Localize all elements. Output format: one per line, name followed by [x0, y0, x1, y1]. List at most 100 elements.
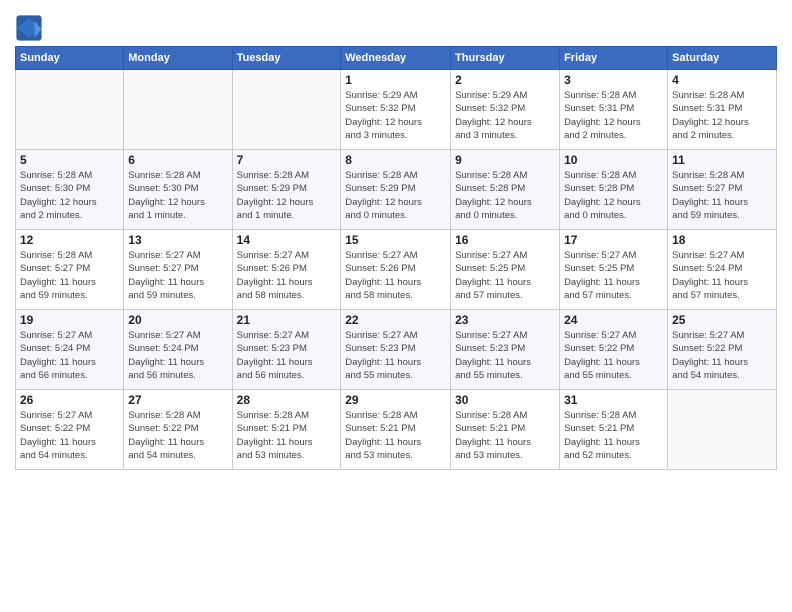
calendar-cell: 4 Sunrise: 5:28 AM Sunset: 5:31 PM Daylig… [668, 70, 777, 150]
calendar-week-5: 26 Sunrise: 5:27 AM Sunset: 5:22 PM Dayli… [16, 390, 777, 470]
calendar-cell: 15 Sunrise: 5:27 AM Sunset: 5:26 PM Dayli… [341, 230, 451, 310]
day-number: 26 [20, 393, 119, 407]
day-info: Sunrise: 5:28 AM Sunset: 5:28 PM Dayligh… [455, 169, 555, 222]
day-number: 16 [455, 233, 555, 247]
calendar-cell: 20 Sunrise: 5:27 AM Sunset: 5:24 PM Dayli… [124, 310, 232, 390]
day-info: Sunrise: 5:27 AM Sunset: 5:23 PM Dayligh… [455, 329, 555, 382]
header-cell-thursday: Thursday [451, 47, 560, 70]
day-info: Sunrise: 5:28 AM Sunset: 5:21 PM Dayligh… [237, 409, 337, 462]
day-info: Sunrise: 5:27 AM Sunset: 5:23 PM Dayligh… [237, 329, 337, 382]
header-cell-wednesday: Wednesday [341, 47, 451, 70]
day-info: Sunrise: 5:27 AM Sunset: 5:22 PM Dayligh… [672, 329, 772, 382]
day-info: Sunrise: 5:28 AM Sunset: 5:29 PM Dayligh… [237, 169, 337, 222]
calendar-cell: 26 Sunrise: 5:27 AM Sunset: 5:22 PM Dayli… [16, 390, 124, 470]
day-number: 25 [672, 313, 772, 327]
calendar-cell: 16 Sunrise: 5:27 AM Sunset: 5:25 PM Dayli… [451, 230, 560, 310]
calendar-cell: 31Sunrise: 5:28 AM Sunset: 5:21 PM Dayli… [560, 390, 668, 470]
day-number: 27 [128, 393, 227, 407]
calendar-cell: 3 Sunrise: 5:28 AM Sunset: 5:31 PM Daylig… [560, 70, 668, 150]
header-cell-monday: Monday [124, 47, 232, 70]
calendar-body: 1Sunrise: 5:29 AM Sunset: 5:32 PM Daylig… [16, 70, 777, 470]
calendar-cell: 1Sunrise: 5:29 AM Sunset: 5:32 PM Daylig… [341, 70, 451, 150]
calendar-week-4: 19 Sunrise: 5:27 AM Sunset: 5:24 PM Dayli… [16, 310, 777, 390]
day-info: Sunrise: 5:28 AM Sunset: 5:27 PM Dayligh… [672, 169, 772, 222]
day-info: Sunrise: 5:28 AM Sunset: 5:21 PM Dayligh… [455, 409, 555, 462]
day-info: Sunrise: 5:28 AM Sunset: 5:31 PM Dayligh… [564, 89, 663, 142]
day-number: 8 [345, 153, 446, 167]
calendar-table: SundayMondayTuesdayWednesdayThursdayFrid… [15, 46, 777, 470]
day-number: 21 [237, 313, 337, 327]
header-cell-friday: Friday [560, 47, 668, 70]
header-cell-sunday: Sunday [16, 47, 124, 70]
calendar-cell: 10Sunrise: 5:28 AM Sunset: 5:28 PM Dayli… [560, 150, 668, 230]
day-info: Sunrise: 5:27 AM Sunset: 5:23 PM Dayligh… [345, 329, 446, 382]
day-number: 22 [345, 313, 446, 327]
calendar-cell: 24Sunrise: 5:27 AM Sunset: 5:22 PM Dayli… [560, 310, 668, 390]
calendar-cell: 7 Sunrise: 5:28 AM Sunset: 5:29 PM Daylig… [232, 150, 341, 230]
day-info: Sunrise: 5:27 AM Sunset: 5:27 PM Dayligh… [128, 249, 227, 302]
calendar-cell: 19 Sunrise: 5:27 AM Sunset: 5:24 PM Dayli… [16, 310, 124, 390]
calendar-cell: 25 Sunrise: 5:27 AM Sunset: 5:22 PM Dayli… [668, 310, 777, 390]
day-info: Sunrise: 5:27 AM Sunset: 5:26 PM Dayligh… [237, 249, 337, 302]
day-number: 13 [128, 233, 227, 247]
calendar-cell: 9 Sunrise: 5:28 AM Sunset: 5:28 PM Daylig… [451, 150, 560, 230]
calendar-cell: 21 Sunrise: 5:27 AM Sunset: 5:23 PM Dayli… [232, 310, 341, 390]
day-info: Sunrise: 5:28 AM Sunset: 5:21 PM Dayligh… [345, 409, 446, 462]
header-cell-saturday: Saturday [668, 47, 777, 70]
header-row: SundayMondayTuesdayWednesdayThursdayFrid… [16, 47, 777, 70]
day-info: Sunrise: 5:27 AM Sunset: 5:25 PM Dayligh… [455, 249, 555, 302]
day-number: 9 [455, 153, 555, 167]
day-info: Sunrise: 5:28 AM Sunset: 5:29 PM Dayligh… [345, 169, 446, 222]
calendar-cell: 29 Sunrise: 5:28 AM Sunset: 5:21 PM Dayli… [341, 390, 451, 470]
day-info: Sunrise: 5:27 AM Sunset: 5:22 PM Dayligh… [20, 409, 119, 462]
day-info: Sunrise: 5:28 AM Sunset: 5:30 PM Dayligh… [20, 169, 119, 222]
calendar-header: SundayMondayTuesdayWednesdayThursdayFrid… [16, 47, 777, 70]
calendar-cell: 5 Sunrise: 5:28 AM Sunset: 5:30 PM Daylig… [16, 150, 124, 230]
calendar-cell: 27 Sunrise: 5:28 AM Sunset: 5:22 PM Dayli… [124, 390, 232, 470]
day-info: Sunrise: 5:29 AM Sunset: 5:32 PM Dayligh… [345, 89, 446, 142]
day-number: 20 [128, 313, 227, 327]
calendar-cell: 6 Sunrise: 5:28 AM Sunset: 5:30 PM Daylig… [124, 150, 232, 230]
day-number: 12 [20, 233, 119, 247]
logo-icon [15, 14, 43, 42]
day-number: 18 [672, 233, 772, 247]
day-number: 3 [564, 73, 663, 87]
day-info: Sunrise: 5:28 AM Sunset: 5:31 PM Dayligh… [672, 89, 772, 142]
day-info: Sunrise: 5:28 AM Sunset: 5:22 PM Dayligh… [128, 409, 227, 462]
day-number: 11 [672, 153, 772, 167]
day-number: 29 [345, 393, 446, 407]
day-number: 4 [672, 73, 772, 87]
calendar-week-1: 1Sunrise: 5:29 AM Sunset: 5:32 PM Daylig… [16, 70, 777, 150]
header-cell-tuesday: Tuesday [232, 47, 341, 70]
calendar-cell: 2 Sunrise: 5:29 AM Sunset: 5:32 PM Daylig… [451, 70, 560, 150]
day-number: 5 [20, 153, 119, 167]
day-info: Sunrise: 5:27 AM Sunset: 5:26 PM Dayligh… [345, 249, 446, 302]
calendar-cell: 11 Sunrise: 5:28 AM Sunset: 5:27 PM Dayli… [668, 150, 777, 230]
day-info: Sunrise: 5:27 AM Sunset: 5:24 PM Dayligh… [672, 249, 772, 302]
logo [15, 14, 47, 42]
day-info: Sunrise: 5:28 AM Sunset: 5:28 PM Dayligh… [564, 169, 663, 222]
day-number: 15 [345, 233, 446, 247]
day-number: 6 [128, 153, 227, 167]
calendar-cell: 14 Sunrise: 5:27 AM Sunset: 5:26 PM Dayli… [232, 230, 341, 310]
calendar-cell [16, 70, 124, 150]
day-number: 17 [564, 233, 663, 247]
day-number: 31 [564, 393, 663, 407]
day-number: 23 [455, 313, 555, 327]
day-number: 14 [237, 233, 337, 247]
page-header [15, 10, 777, 42]
day-info: Sunrise: 5:27 AM Sunset: 5:24 PM Dayligh… [20, 329, 119, 382]
day-number: 2 [455, 73, 555, 87]
calendar-week-2: 5 Sunrise: 5:28 AM Sunset: 5:30 PM Daylig… [16, 150, 777, 230]
calendar-cell: 13 Sunrise: 5:27 AM Sunset: 5:27 PM Dayli… [124, 230, 232, 310]
calendar-week-3: 12Sunrise: 5:28 AM Sunset: 5:27 PM Dayli… [16, 230, 777, 310]
day-number: 24 [564, 313, 663, 327]
calendar-cell: 18 Sunrise: 5:27 AM Sunset: 5:24 PM Dayli… [668, 230, 777, 310]
day-info: Sunrise: 5:27 AM Sunset: 5:24 PM Dayligh… [128, 329, 227, 382]
calendar-cell: 8 Sunrise: 5:28 AM Sunset: 5:29 PM Daylig… [341, 150, 451, 230]
day-number: 19 [20, 313, 119, 327]
day-number: 7 [237, 153, 337, 167]
day-info: Sunrise: 5:28 AM Sunset: 5:30 PM Dayligh… [128, 169, 227, 222]
day-number: 30 [455, 393, 555, 407]
day-info: Sunrise: 5:29 AM Sunset: 5:32 PM Dayligh… [455, 89, 555, 142]
